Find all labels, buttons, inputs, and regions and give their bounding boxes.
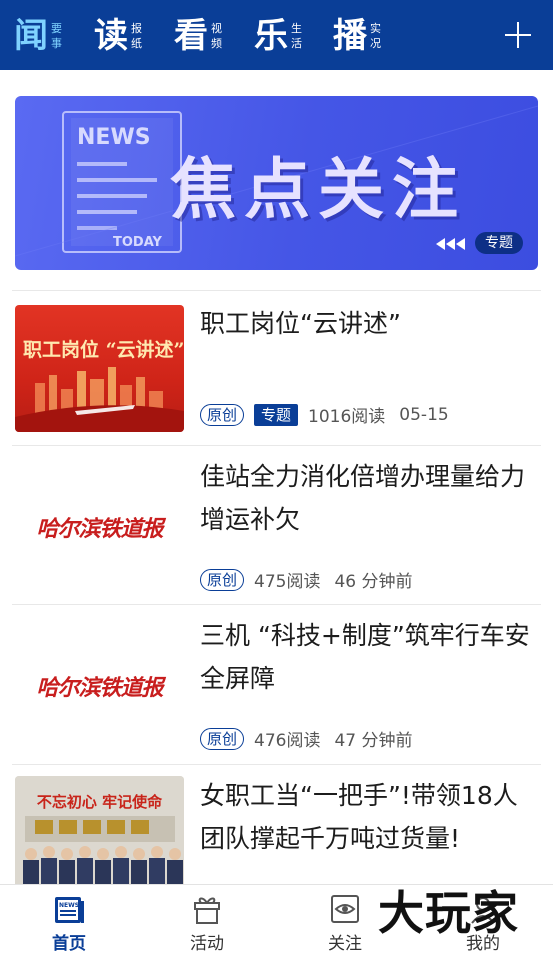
original-badge: 原创 <box>200 403 245 426</box>
top-nav-bar: 闻 要 事 读 报 纸 看 视 频 乐 生 活 播 实 况 <box>0 0 553 70</box>
watermark-logo: 大玩家 <box>378 886 519 940</box>
nav-tab-watch[interactable]: 看 视 频 <box>174 14 222 58</box>
gift-icon <box>194 897 220 924</box>
banner-title: 焦点关注 <box>170 151 466 228</box>
nav-tab-life[interactable]: 乐 生 活 <box>254 14 302 58</box>
nav-tab-char: 看 <box>174 16 208 56</box>
article-meta: 原创 476阅读 47 分钟前 <box>200 726 413 751</box>
nav-tab-sub: 要 <box>51 22 62 35</box>
plus-icon[interactable] <box>505 22 531 48</box>
article-title: 三机 “科技+制度”筑牢行车安全屏障 <box>200 621 530 693</box>
article-title: 女职工当“一把手”!带领18人团队撑起千万吨过货量! <box>200 781 518 853</box>
original-badge: 原创 <box>200 568 245 591</box>
read-count: 476阅读 <box>254 731 321 751</box>
nav-tab-sub: 活 <box>291 37 302 50</box>
rewind-arrows-icon <box>436 238 465 250</box>
article-thumbnail: 哈尔滨铁道报 <box>15 618 184 745</box>
nav-tab-sub: 纸 <box>131 37 142 50</box>
read-count: 475阅读 <box>254 572 321 592</box>
svg-text:NEWS: NEWS <box>59 902 79 909</box>
photo-slogan: 不忘初心 牢记使命 <box>36 793 163 811</box>
list-item[interactable]: 哈尔滨铁道报 佳站全力消化倍增办理量给力增运补欠 原创 475阅读 46 分钟前 <box>12 445 541 603</box>
city-skyline-image <box>15 367 184 432</box>
list-item[interactable]: 不忘初心 牢记使命 女职工当“一把手”!带领18人团队撑起千万吨过货量! <box>12 764 541 884</box>
publish-time: 46 分钟前 <box>334 572 413 592</box>
publish-time: 05-15 <box>399 404 449 425</box>
article-title: 职工岗位“云讲述” <box>200 309 401 338</box>
divider <box>12 445 541 446</box>
list-item[interactable]: 哈尔滨铁道报 三机 “科技+制度”筑牢行车安全屏障 原创 476阅读 47 分钟… <box>12 604 541 764</box>
nav-tab-char: 读 <box>94 16 128 56</box>
nav-tab-char: 乐 <box>254 16 288 56</box>
topic-badge: 专题 <box>254 403 299 426</box>
topic-badge: 专题 <box>475 232 523 254</box>
tab-activity[interactable]: 活动 <box>162 891 252 953</box>
tab-label: 活动 <box>190 934 224 953</box>
publish-time: 47 分钟前 <box>334 731 413 751</box>
newspaper-logo: 哈尔滨铁道报 <box>36 675 163 701</box>
read-count: 1016阅读 <box>308 407 386 427</box>
nav-tab-char: 闻 <box>14 16 48 56</box>
thumbnail-caption: 职工岗位 “云讲述” <box>23 339 184 361</box>
nav-tab-sub: 报 <box>131 22 142 35</box>
article-thumbnail: 哈尔滨铁道报 <box>15 459 184 586</box>
tab-label: 关注 <box>328 934 362 953</box>
divider <box>12 604 541 605</box>
tab-label: 首页 <box>52 934 86 953</box>
original-badge: 原创 <box>200 727 245 750</box>
article-title: 佳站全力消化倍增办理量给力增运补欠 <box>200 462 526 534</box>
list-item[interactable]: 职工岗位 “云讲述” 职工岗位“云讲述” 原创 专题 1016阅读 05-15 <box>12 290 541 445</box>
divider <box>12 764 541 765</box>
newspaper-logo: 哈尔滨铁道报 <box>36 516 163 542</box>
nav-tab-live[interactable]: 播 实 况 <box>333 14 381 58</box>
tab-follow[interactable]: 关注 <box>300 891 390 953</box>
tab-home[interactable]: NEWS 首页 <box>24 891 114 953</box>
news-icon: NEWS <box>55 897 84 923</box>
nav-tab-sub: 频 <box>211 37 222 50</box>
nav-tab-char: 播 <box>333 16 367 56</box>
nav-tab-sub: 事 <box>51 37 62 50</box>
banner-news-label: NEWS <box>77 125 151 150</box>
nav-tab-sub: 况 <box>370 37 381 50</box>
article-thumbnail: 职工岗位 “云讲述” <box>15 305 184 432</box>
nav-tab-read[interactable]: 读 报 纸 <box>94 14 142 58</box>
article-meta: 原创 475阅读 46 分钟前 <box>200 567 413 592</box>
eye-icon <box>331 895 359 923</box>
article-meta: 原创 专题 1016阅读 05-15 <box>200 402 449 427</box>
nav-tab-sub: 生 <box>291 22 302 35</box>
article-thumbnail: 不忘初心 牢记使命 <box>15 776 184 884</box>
nav-tab-sub: 视 <box>211 22 222 35</box>
nav-tab-sub: 实 <box>370 22 381 35</box>
banner-today-label: TODAY <box>113 235 163 250</box>
focus-banner[interactable]: NEWS TODAY 焦点关注 专题 <box>15 96 538 270</box>
nav-tab-news[interactable]: 闻 要 事 <box>14 14 62 58</box>
divider <box>12 290 541 291</box>
